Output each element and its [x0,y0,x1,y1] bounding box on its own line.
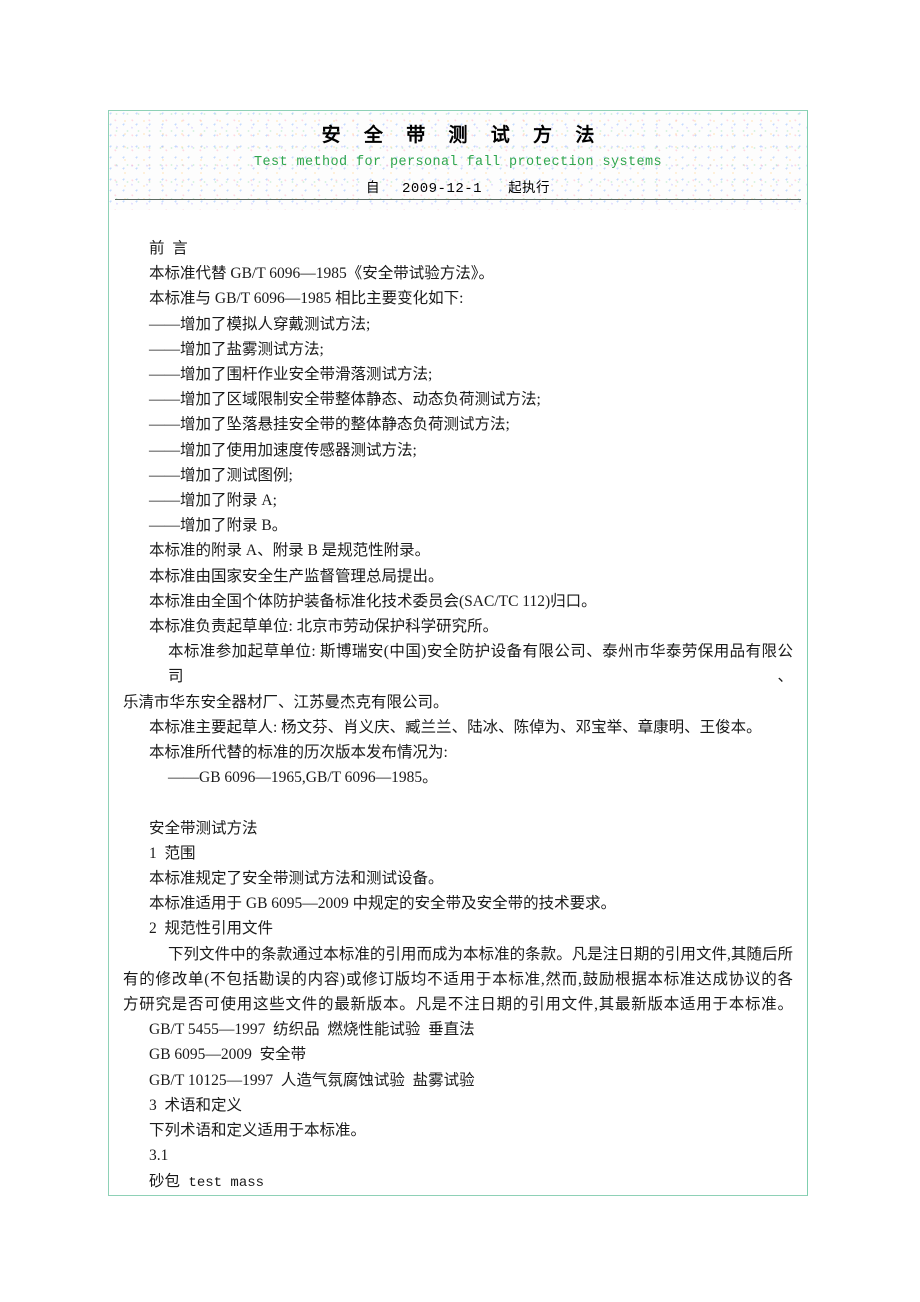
foreword-line: ——增加了附录 B。 [149,517,288,535]
section-2-paragraph-line: 下列文件中的条款通过本标准的引用而成为本标准的条款。凡是注日期的引用文件,其随后… [168,945,793,963]
section-3-line: 下列术语和定义适用于本标准。 [149,1122,367,1140]
effective-date-suffix: 起执行 [508,180,551,195]
foreword-line: 本标准由国家安全生产监督管理总局提出。 [149,567,444,585]
document-body: 前 言 本标准代替 GB/T 6096—1985《安全带试验方法》。 本标准与 … [109,210,807,1196]
effective-date-line: 自 2009-12-1 起执行 [109,175,807,202]
reference-item: GB/T 10125—1997 人造气氛腐蚀试验 盐雾试验 [149,1071,475,1089]
document-page-frame: 安 全 带 测 试 方 法 Test method for personal f… [108,110,808,1196]
foreword-line: 本标准由全国个体防护装备标准化技术委员会(SAC/TC 112)归口。 [149,592,597,610]
effective-date-prefix: 自 [365,180,380,195]
history-item-line: ——GB 6096—1965,GB/T 6096—1985。 [168,769,438,787]
term-label-en-text: test mass [188,1174,265,1191]
foreword-line: ——增加了盐雾测试方法; [149,340,324,358]
foreword-line: 本标准代替 GB/T 6096—1985《安全带试验方法》。 [149,265,495,283]
foreword-line: ——增加了附录 A; [149,492,277,510]
header-divider-rule [115,199,801,200]
effective-date-value: 2009-12-1 [401,181,483,197]
foreword-line: ——增加了模拟人穿戴测试方法; [149,315,371,333]
paragraph-spacer [123,790,793,815]
foreword-line: 本标准的附录 A、附录 B 是规范性附录。 [149,542,431,560]
section-1-heading: 1 范围 [149,844,196,862]
foreword-heading: 前 言 [149,240,188,257]
section-1-line: 本标准适用于 GB 6095—2009 中规定的安全带及安全带的技术要求。 [149,895,617,913]
section-2-paragraph-line: 有的修改单(不包括勘误的内容)或修订版均不适用于本标准,然而,鼓励根据本标准达成… [123,970,793,988]
foreword-line: ——增加了使用加速度传感器测试方法; [149,441,417,459]
term-entry: 砂包 test mass [123,1169,793,1196]
participating-drafters-line-2: 乐清市华东安全器材厂、江苏曼杰克有限公司。 [123,693,449,711]
reference-item: GB 6095—2009 安全带 [149,1046,307,1064]
foreword-line: ——增加了坠落悬挂安全带的整体静态负荷测试方法; [149,416,510,434]
term-number: 3.1 [149,1147,169,1165]
page-subtitle-english: Test method for personal fall protection… [253,155,663,170]
page-title: 安 全 带 测 试 方 法 [321,125,604,146]
document-header-band: 安 全 带 测 试 方 法 Test method for personal f… [109,111,807,210]
section-3-heading: 3 术语和定义 [149,1096,243,1114]
section-1-line: 本标准规定了安全带测试方法和测试设备。 [149,870,444,888]
participating-drafters-line-1: 本标准参加起草单位: 斯博瑞安(中国)安全防护设备有限公司、泰州市华泰劳保用品有… [168,643,793,686]
foreword-line: ——增加了围杆作业安全带滑落测试方法; [149,366,433,384]
foreword-line: 本标准与 GB/T 6096—1985 相比主要变化如下: [149,290,464,308]
section-2-paragraph-line: 方研究是否可使用这些文件的最新版本。凡是不注日期的引用文件,其最新版本适用于本标… [123,996,793,1014]
foreword-line: ——增加了区域限制安全带整体静态、动态负荷测试方法; [149,391,541,409]
foreword-line: ——增加了测试图例; [149,466,293,484]
main-document-title: 安全带测试方法 [149,819,258,837]
section-2-heading: 2 规范性引用文件 [149,920,274,938]
history-intro-line: 本标准所代替的标准的历次版本发布情况为: [149,744,448,762]
foreword-line: 本标准负责起草单位: 北京市劳动保护科学研究所。 [149,618,499,636]
principal-drafters-line: 本标准主要起草人: 杨文芬、肖义庆、臧兰兰、陆冰、陈倬为、邓宝举、章康明、王俊本… [149,718,762,736]
term-label-cn: 砂包 [149,1172,181,1190]
reference-item: GB/T 5455—1997 纺织品 燃烧性能试验 垂直法 [149,1021,475,1039]
